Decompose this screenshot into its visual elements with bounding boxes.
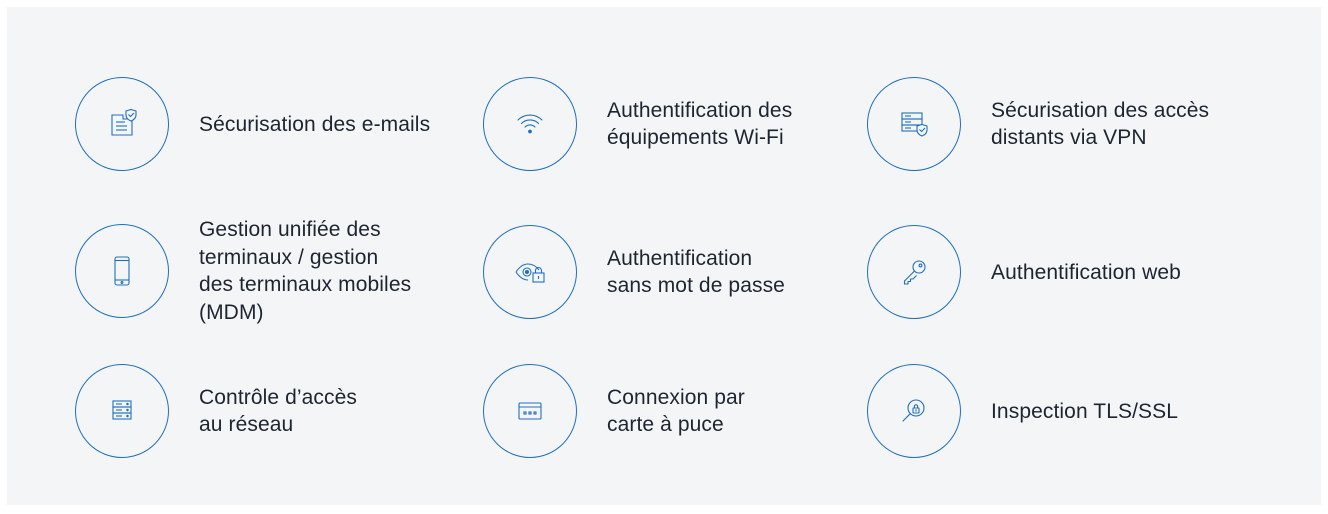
smart-card-icon: [518, 402, 542, 420]
icon-circle: [75, 364, 169, 458]
use-case-label: Sécurisation des e-mails: [199, 112, 431, 136]
use-case-passwordless: Authentification sans mot de passe: [483, 225, 785, 319]
use-case-web-authentication: Authentification web: [867, 225, 1181, 319]
use-case-network-access-control: Contrôle d’accès au réseau: [75, 364, 357, 458]
use-cases-panel: Sécurisation des e-mails Authentificatio…: [7, 7, 1321, 505]
icon-circle: [483, 77, 577, 171]
use-case-label: Authentification des équipements Wi-Fi: [607, 99, 793, 149]
use-case-wifi-authentication: Authentification des équipements Wi-Fi: [483, 77, 792, 171]
wifi-icon: [517, 114, 543, 134]
use-case-email-security: Sécurisation des e-mails: [75, 77, 430, 171]
server-shield-icon: [901, 112, 928, 137]
use-case-label: Authentification web: [991, 260, 1181, 284]
icon-circle: [75, 224, 169, 318]
use-case-label: Inspection TLS/SSL: [991, 399, 1179, 423]
use-case-mdm: Gestion unifiée des terminaux / gestion …: [75, 216, 411, 326]
use-case-tls-ssl-inspection: Inspection TLS/SSL: [867, 364, 1178, 458]
magnifier-lock-icon: [902, 399, 925, 422]
icon-circle: [75, 77, 169, 171]
icon-circle: [867, 77, 961, 171]
mobile-phone-icon: [114, 256, 130, 286]
icon-circle: [483, 364, 577, 458]
server-rack-icon: [112, 400, 132, 420]
eye-lock-icon: [515, 263, 545, 283]
email-shield-icon: [111, 108, 137, 136]
use-case-label: Connexion par carte à puce: [607, 386, 745, 436]
use-case-label: Gestion unifiée des terminaux / gestion …: [199, 218, 412, 324]
use-case-label: Contrôle d’accès au réseau: [199, 386, 358, 436]
icon-circle: [483, 225, 577, 319]
key-icon: [903, 260, 926, 285]
use-case-label: Sécurisation des accès distants via VPN: [991, 99, 1210, 149]
icon-circle: [867, 225, 961, 319]
icon-circle: [867, 364, 961, 458]
use-case-vpn-security: Sécurisation des accès distants via VPN: [867, 77, 1209, 171]
use-case-label: Authentification sans mot de passe: [607, 247, 785, 297]
use-case-smart-card-login: Connexion par carte à puce: [483, 364, 745, 458]
